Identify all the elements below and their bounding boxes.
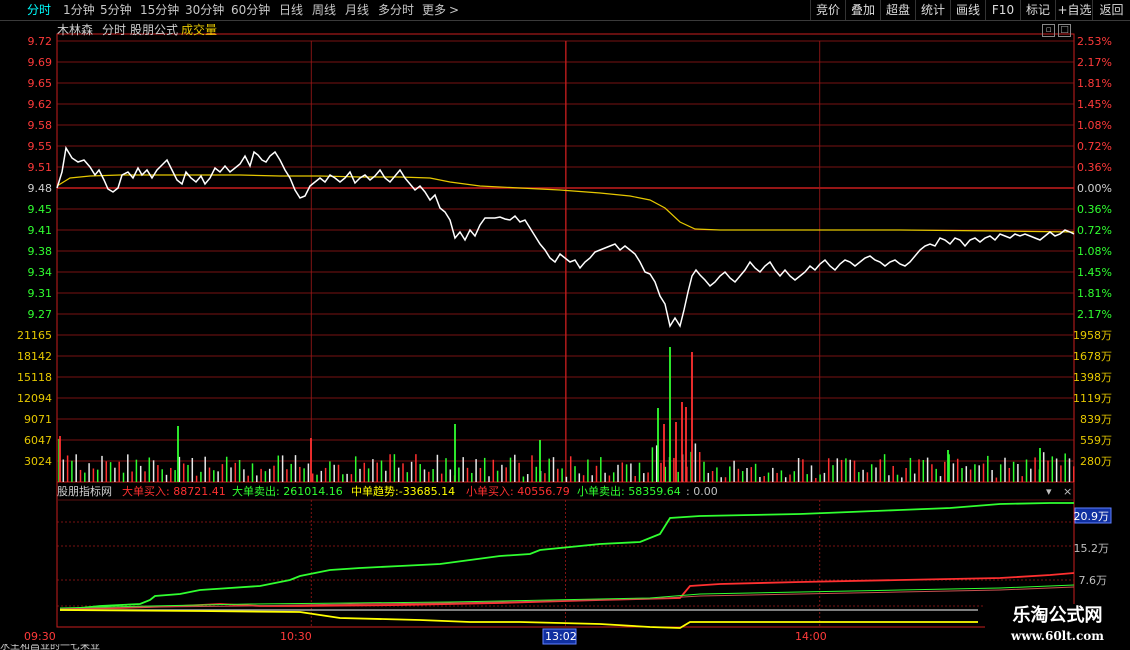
formula-label: 股朋公式 — [130, 23, 179, 37]
time-label: 13:02 — [545, 630, 577, 643]
price-axis-label: 9.65 — [28, 77, 53, 90]
price-axis-label: 9.41 — [28, 224, 53, 237]
turnover-axis-label: 1398万 — [1073, 371, 1112, 384]
period-tab-daily[interactable]: 日线 — [279, 0, 303, 20]
f10-button[interactable]: F10 — [985, 0, 1020, 20]
small-buy-value: 40556.79 — [517, 485, 570, 498]
indicator-axis-label: 7.6万 — [1079, 574, 1108, 587]
period-tab-multi[interactable]: 多分时 — [378, 0, 414, 20]
big-sell-line — [59, 502, 1074, 611]
chart-mode-label: 分时 — [102, 23, 127, 37]
superdisk-button[interactable]: 超盘 — [880, 0, 915, 20]
pct-axis-label: 0.36% — [1077, 203, 1112, 216]
turnover-axis-label: 1958万 — [1073, 329, 1112, 342]
volume-label: 成交量 — [181, 23, 218, 37]
big-buy-label: 大单买入: 88721.41 — [122, 485, 226, 498]
period-tab-1min[interactable]: 1分钟 — [63, 0, 95, 20]
period-tab-monthly[interactable]: 月线 — [345, 0, 369, 20]
pct-axis-label: 1.08% — [1077, 245, 1112, 258]
price-axis-label: 9.55 — [28, 140, 53, 153]
big-sell-label: 大单卖出: 261014.16 — [232, 485, 343, 498]
big-buy-line — [59, 572, 1075, 610]
price-axis-label: 9.72 — [28, 35, 53, 48]
pct-axis-label: 0.72% — [1077, 140, 1112, 153]
chart-canvas[interactable]: 9.72 2.53% 9.69 2.17% 9.65 1.81% 9.62 1.45% 9.58… — [0, 0, 1130, 650]
extra-value: : 0.00 — [686, 485, 718, 498]
indicator-axis-label: 15.2万 — [1074, 542, 1110, 555]
volume-axis-label: 9071 — [24, 413, 52, 426]
pct-axis-label: 0.72% — [1077, 224, 1112, 237]
period-toolbar: 分时 1分钟 5分钟 15分钟 30分钟 60分钟 日线 周线 月线 多分时 更… — [0, 0, 1130, 21]
time-label: 10:30 — [280, 630, 312, 643]
turnover-axis-label: 839万 — [1080, 413, 1112, 426]
period-tab-30min[interactable]: 30分钟 — [185, 0, 224, 20]
pct-axis-label: 1.08% — [1077, 119, 1112, 132]
pct-axis-label: 0.00% — [1077, 182, 1112, 195]
window-minimize-icon[interactable]: ▫ — [1042, 24, 1055, 37]
price-axis-label: 9.31 — [28, 287, 53, 300]
overlay-button[interactable]: 叠加 — [845, 0, 880, 20]
pct-axis-label: 1.45% — [1077, 266, 1112, 279]
mid-trend-label: 中单趋势:-33685.14 — [351, 485, 456, 498]
watermark-name: 乐淘公式网 — [1012, 605, 1103, 626]
period-tab-fenshi[interactable]: 分时 — [27, 0, 51, 20]
volume-axis-label: 3024 — [24, 455, 52, 468]
period-tab-15min[interactable]: 15分钟 — [140, 0, 179, 20]
volume-axis-label: 15118 — [17, 371, 52, 384]
period-tab-5min[interactable]: 5分钟 — [100, 0, 132, 20]
period-tab-more[interactable]: 更多 — [422, 0, 446, 20]
price-axis-label: 9.48 — [28, 182, 53, 195]
window-restore-icon[interactable]: □ — [1058, 24, 1071, 37]
price-axis-label: 9.69 — [28, 56, 53, 69]
indicator-name: 股朋指标网 — [57, 485, 112, 498]
volume-axis-label: 21165 — [17, 329, 52, 342]
period-tab-weekly[interactable]: 周线 — [312, 0, 336, 20]
draw-line-button[interactable]: 画线 — [950, 0, 985, 20]
price-axis-label: 9.58 — [28, 119, 53, 132]
stats-button[interactable]: 统计 — [915, 0, 950, 20]
turnover-axis-label: 559万 — [1080, 434, 1112, 447]
volume-axis-label: 6047 — [24, 434, 52, 447]
turnover-axis-label: 280万 — [1080, 455, 1112, 468]
big-sell-value: 261014.16 — [283, 485, 343, 498]
indicator-axis-label: 20.9万 — [1074, 510, 1110, 523]
more-arrow-icon[interactable]: > — [449, 0, 459, 20]
watermark-logo: 乐淘公式网 www.60lt.com — [985, 604, 1130, 650]
watermark-url: www.60lt.com — [1011, 629, 1104, 643]
price-axis-label: 9.45 — [28, 203, 53, 216]
bottom-status-strip: 水生和昌业的一七来业 — [0, 644, 100, 650]
time-label: 09:30 — [24, 630, 56, 643]
turnover-axis-label: 1119万 — [1073, 392, 1112, 405]
turnover-axis-label: 1678万 — [1073, 350, 1112, 363]
pct-axis-label: 0.36% — [1077, 161, 1112, 174]
pct-axis-label: 1.81% — [1077, 77, 1112, 90]
pct-axis-label: 2.17% — [1077, 308, 1112, 321]
price-axis-label: 9.27 — [28, 308, 53, 321]
small-buy-label: 小单买入: 40556.79 — [466, 485, 570, 498]
volume-axis-label: 18142 — [17, 350, 52, 363]
time-label: 14:00 — [795, 630, 827, 643]
pct-axis-label: 2.53% — [1077, 35, 1112, 48]
stock-name: 木林森 — [57, 23, 94, 37]
mid-trend-line — [59, 609, 978, 629]
back-button[interactable]: 返回 — [1092, 0, 1130, 20]
big-buy-value: 88721.41 — [173, 485, 226, 498]
add-favorite-button[interactable]: +自选 — [1055, 0, 1093, 20]
pct-axis-label: 2.17% — [1077, 56, 1112, 69]
small-sell-label: 小单卖出: 58359.64 — [577, 485, 681, 498]
volume-axis-label: 12094 — [17, 392, 52, 405]
price-axis-label: 9.38 — [28, 245, 53, 258]
indicator-dropdown-icon[interactable]: ▾ — [1046, 485, 1052, 499]
small-sell-value: 58359.64 — [628, 485, 681, 498]
mid-trend-value: -33685.14 — [398, 485, 456, 498]
price-axis-label: 9.51 — [28, 161, 53, 174]
price-axis-label: 9.62 — [28, 98, 53, 111]
pct-axis-label: 1.81% — [1077, 287, 1112, 300]
auction-button[interactable]: 竞价 — [810, 0, 845, 20]
period-tab-60min[interactable]: 60分钟 — [231, 0, 270, 20]
mark-button[interactable]: 标记 — [1020, 0, 1055, 20]
price-axis-label: 9.34 — [28, 266, 53, 279]
pct-axis-label: 1.45% — [1077, 98, 1112, 111]
indicator-close-icon[interactable]: × — [1063, 485, 1072, 499]
